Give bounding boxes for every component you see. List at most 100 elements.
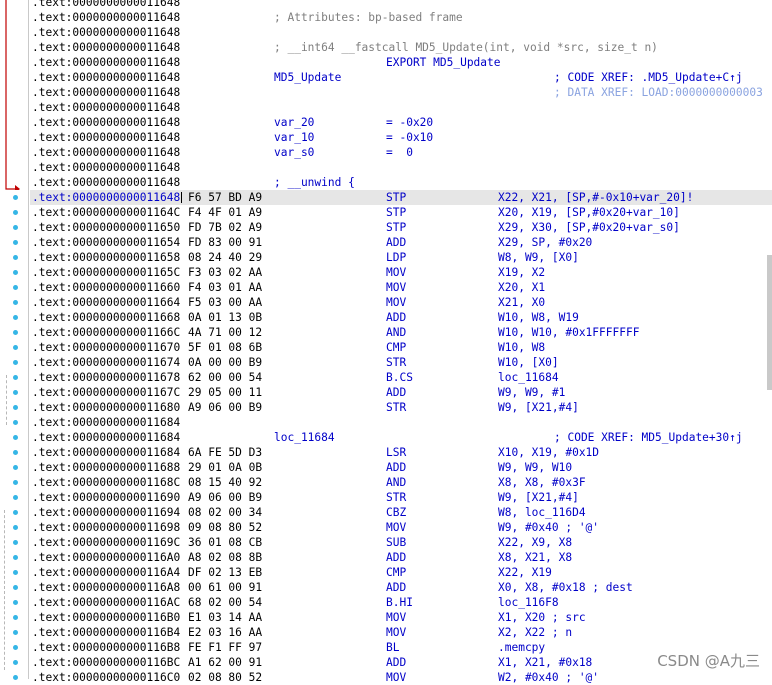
- listing-row[interactable]: .text:0000000000011654 FD 83 00 91 ADD X29,…: [30, 235, 772, 250]
- listing-row[interactable]: .text:0000000000011648 F6 57 BD A9 STP X22,…: [30, 190, 772, 205]
- listing-row[interactable]: .text:00000000000116B4 E2 03 16 AA MOV X2, …: [30, 625, 772, 640]
- breakpoint-dot-icon[interactable]: [13, 615, 18, 620]
- listing-row[interactable]: .text:0000000000011648: [30, 0, 772, 10]
- listing-row[interactable]: .text:000000000001169C 36 01 08 CB SUB X22,…: [30, 535, 772, 550]
- disassembly-listing[interactable]: .text:0000000000011648 .text:000000000001…: [30, 0, 772, 685]
- listing-row[interactable]: .text:0000000000011648 ; Attributes: bp-b…: [30, 10, 772, 25]
- listing-row[interactable]: .text:0000000000011678 62 00 00 54 B.CS loc…: [30, 370, 772, 385]
- listing-row[interactable]: .text:000000000001165C F3 03 02 AA MOV X19,…: [30, 265, 772, 280]
- breakpoint-dot-icon[interactable]: [13, 345, 18, 350]
- breakpoint-dot-icon[interactable]: [13, 645, 18, 650]
- opcode-bytes: 4A 71 00 12: [188, 326, 263, 339]
- breakpoint-dot-icon[interactable]: [13, 405, 18, 410]
- listing-row[interactable]: .text:0000000000011660 F4 03 01 AA MOV X20,…: [30, 280, 772, 295]
- opcode-bytes: 08 24 40 29: [188, 251, 263, 264]
- breakpoint-dot-icon[interactable]: [13, 360, 18, 365]
- listing-row[interactable]: .text:0000000000011664 F5 03 00 AA MOV X21,…: [30, 295, 772, 310]
- breakpoint-dot-icon[interactable]: [13, 240, 18, 245]
- breakpoint-dot-icon[interactable]: [13, 555, 18, 560]
- listing-row[interactable]: .text:0000000000011648 var_20 = -0x20: [30, 115, 772, 130]
- listing-row[interactable]: .text:00000000000116A0 A8 02 08 8B ADD X8, …: [30, 550, 772, 565]
- listing-row[interactable]: .text:0000000000011690 A9 06 00 B9 STR W9, …: [30, 490, 772, 505]
- breakpoint-dot-icon[interactable]: [13, 420, 18, 425]
- address-text: .text:0000000000011648: [32, 161, 181, 174]
- breakpoint-dot-icon[interactable]: [13, 330, 18, 335]
- listing-row[interactable]: .text:0000000000011670 5F 01 08 6B CMP W10,…: [30, 340, 772, 355]
- listing-row[interactable]: .text:000000000001167C 29 05 00 11 ADD W9, …: [30, 385, 772, 400]
- mnemonic-text: CMP: [386, 341, 407, 354]
- mnemonic-text: = 0: [386, 146, 413, 159]
- vertical-scrollbar[interactable]: [767, 255, 772, 405]
- listing-row[interactable]: .text:0000000000011648 var_s0 = 0: [30, 145, 772, 160]
- listing-row[interactable]: .text:0000000000011648: [30, 100, 772, 115]
- listing-row[interactable]: .text:0000000000011674 0A 00 00 B9 STR W10,…: [30, 355, 772, 370]
- listing-row[interactable]: .text:00000000000116A8 00 61 00 91 ADD X0, …: [30, 580, 772, 595]
- listing-row[interactable]: .text:00000000000116AC 68 02 00 54 B.HI loc…: [30, 595, 772, 610]
- address-text: .text:0000000000011670: [32, 341, 181, 354]
- breakpoint-dot-icon[interactable]: [13, 585, 18, 590]
- opcode-bytes: F4 03 01 AA: [188, 281, 263, 294]
- breakpoint-dot-icon[interactable]: [13, 315, 18, 320]
- address-text: .text:0000000000011648: [32, 131, 181, 144]
- listing-row[interactable]: .text:00000000000116B0 E1 03 14 AA MOV X1, …: [30, 610, 772, 625]
- breakpoint-dot-icon[interactable]: [13, 300, 18, 305]
- address-text: .text:00000000000116A0: [32, 551, 181, 564]
- listing-row[interactable]: .text:0000000000011684: [30, 415, 772, 430]
- listing-row[interactable]: .text:0000000000011684 6A FE 5D D3 LSR X10,…: [30, 445, 772, 460]
- listing-row[interactable]: .text:00000000000116C0 02 08 80 52 MOV W2, …: [30, 670, 772, 685]
- breakpoint-dot-icon[interactable]: [13, 270, 18, 275]
- listing-row[interactable]: .text:0000000000011680 A9 06 00 B9 STR W9, …: [30, 400, 772, 415]
- breakpoint-dot-icon[interactable]: [13, 570, 18, 575]
- breakpoint-dot-icon[interactable]: [13, 465, 18, 470]
- breakpoint-dot-icon[interactable]: [13, 375, 18, 380]
- breakpoint-dot-icon[interactable]: [13, 675, 18, 680]
- listing-row[interactable]: .text:0000000000011648 ; __int64 __fastca…: [30, 40, 772, 55]
- breakpoint-dot-icon[interactable]: [13, 525, 18, 530]
- listing-row[interactable]: .text:000000000001168C 08 15 40 92 AND X8, …: [30, 475, 772, 490]
- breakpoint-dot-icon[interactable]: [13, 630, 18, 635]
- breakpoint-dot-icon[interactable]: [13, 435, 18, 440]
- listing-row[interactable]: .text:0000000000011648 MD5_Update ; CODE X…: [30, 70, 772, 85]
- listing-row[interactable]: .text:0000000000011648 ; __unwind {: [30, 175, 772, 190]
- breakpoint-dot-icon[interactable]: [13, 540, 18, 545]
- operands-text: W10, W10, #0x1FFFFFFF: [498, 326, 640, 339]
- breakpoint-dot-icon[interactable]: [13, 390, 18, 395]
- breakpoint-dot-icon[interactable]: [13, 285, 18, 290]
- breakpoint-dot-icon[interactable]: [13, 600, 18, 605]
- operands-text: W8, loc_116D4: [498, 506, 586, 519]
- breakpoint-dot-icon[interactable]: [13, 195, 18, 200]
- listing-row[interactable]: .text:0000000000011648 EXPORT MD5_Update: [30, 55, 772, 70]
- listing-row[interactable]: .text:000000000001166C 4A 71 00 12 AND W10,…: [30, 325, 772, 340]
- breakpoint-dot-icon[interactable]: [13, 495, 18, 500]
- listing-row[interactable]: .text:0000000000011648: [30, 25, 772, 40]
- listing-row[interactable]: .text:000000000001164C F4 4F 01 A9 STP X20,…: [30, 205, 772, 220]
- breakpoint-dot-icon[interactable]: [13, 210, 18, 215]
- listing-row[interactable]: .text:0000000000011684 loc_11684 ; CODE XR…: [30, 430, 772, 445]
- operands-text: X29, X30, [SP,#0x20+var_s0]: [498, 221, 680, 234]
- scrollbar-thumb[interactable]: [767, 255, 772, 390]
- address-text: .text:00000000000116B8: [32, 641, 181, 654]
- breakpoint-dot-icon[interactable]: [13, 480, 18, 485]
- breakpoint-dot-icon[interactable]: [13, 225, 18, 230]
- listing-row[interactable]: .text:0000000000011648 var_10 = -0x10: [30, 130, 772, 145]
- listing-row[interactable]: .text:0000000000011650 FD 7B 02 A9 STP X29,…: [30, 220, 772, 235]
- address-text: .text:0000000000011648: [32, 176, 181, 189]
- listing-row[interactable]: .text:0000000000011694 08 02 00 34 CBZ W8, …: [30, 505, 772, 520]
- listing-row[interactable]: .text:0000000000011648 ; DATA XREF: LOAD:…: [30, 85, 772, 100]
- listing-row[interactable]: .text:0000000000011658 08 24 40 29 LDP W8, …: [30, 250, 772, 265]
- mnemonic-text: STP: [386, 221, 407, 234]
- breakpoint-dot-icon[interactable]: [13, 255, 18, 260]
- breakpoint-dot-icon[interactable]: [13, 660, 18, 665]
- address-text: .text:0000000000011664: [32, 296, 181, 309]
- opcode-bytes: E2 03 16 AA: [188, 626, 263, 639]
- listing-row[interactable]: .text:0000000000011668 0A 01 13 0B ADD W10,…: [30, 310, 772, 325]
- listing-row[interactable]: .text:0000000000011648: [30, 160, 772, 175]
- mnemonic-text: CMP: [386, 566, 407, 579]
- listing-row[interactable]: .text:00000000000116A4 DF 02 13 EB CMP X22,…: [30, 565, 772, 580]
- breakpoint-dot-icon[interactable]: [13, 450, 18, 455]
- opcode-bytes: E1 03 14 AA: [188, 611, 263, 624]
- breakpoint-dot-icon[interactable]: [13, 510, 18, 515]
- mnemonic-text: ADD: [386, 236, 407, 249]
- listing-row[interactable]: .text:0000000000011698 09 08 80 52 MOV W9, …: [30, 520, 772, 535]
- listing-row[interactable]: .text:0000000000011688 29 01 0A 0B ADD W9, …: [30, 460, 772, 475]
